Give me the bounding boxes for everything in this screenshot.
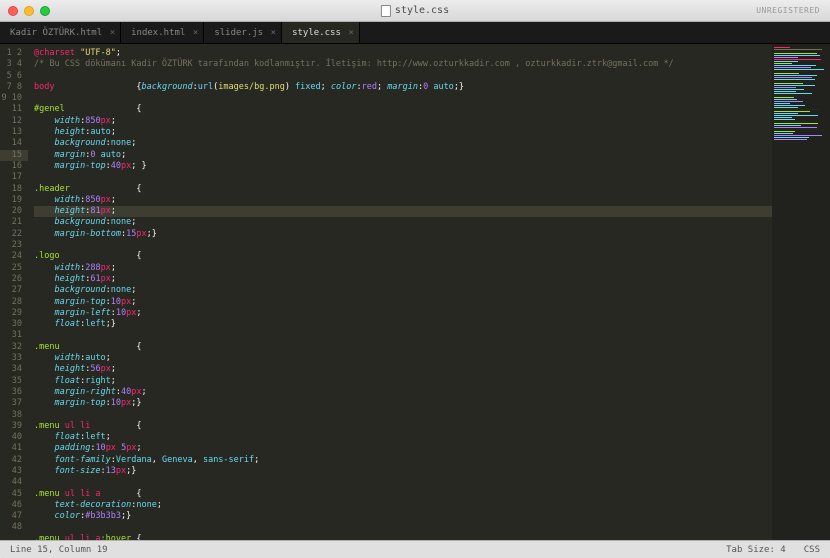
syntax-mode[interactable]: CSS xyxy=(804,545,820,555)
tab-slider-js[interactable]: slider.js × xyxy=(204,22,282,43)
minimap-line xyxy=(774,55,820,56)
tab-index-html[interactable]: index.html × xyxy=(121,22,204,43)
minimap-line xyxy=(774,107,798,108)
minimap-line xyxy=(774,53,817,54)
tab-label: Kadir ÖZTÜRK.html xyxy=(10,28,102,38)
minimap-line xyxy=(774,111,810,112)
minimize-icon[interactable] xyxy=(24,6,34,16)
minimap-line xyxy=(774,87,796,88)
minimap-line xyxy=(774,103,790,104)
minimap-line xyxy=(774,133,793,134)
unregistered-badge: UNREGISTERED xyxy=(756,6,820,15)
tab-label: index.html xyxy=(131,28,185,38)
editor-window: style.css UNREGISTERED Kadir ÖZTÜRK.html… xyxy=(0,0,830,558)
minimap-line xyxy=(774,73,799,74)
minimap-line xyxy=(774,89,804,90)
tab-size[interactable]: Tab Size: 4 xyxy=(726,545,786,555)
minimap-line xyxy=(774,61,798,62)
close-icon[interactable]: × xyxy=(348,28,353,38)
minimap-line xyxy=(774,49,822,50)
minimap-line xyxy=(774,57,798,58)
traffic-lights xyxy=(8,6,50,16)
close-icon[interactable]: × xyxy=(110,28,115,38)
minimap-line xyxy=(774,93,812,94)
minimap-line xyxy=(774,69,824,70)
minimap-line xyxy=(774,129,823,130)
minimap-line xyxy=(774,115,818,116)
code-area[interactable]: @charset "UTF-8"; /* Bu CSS dökümanı Kad… xyxy=(28,44,772,540)
minimap-line xyxy=(774,113,798,114)
status-right: Tab Size: 4 CSS xyxy=(726,545,820,555)
minimap-line xyxy=(774,99,797,100)
window-title: style.css xyxy=(381,5,449,17)
close-icon[interactable]: × xyxy=(271,28,276,38)
minimap-line xyxy=(774,131,795,132)
minimap[interactable] xyxy=(772,44,830,540)
statusbar: Line 15, Column 19 Tab Size: 4 CSS xyxy=(0,540,830,558)
minimap-line xyxy=(774,127,817,128)
tab-label: slider.js xyxy=(214,28,263,38)
minimap-line xyxy=(774,51,799,52)
minimap-line xyxy=(774,67,811,68)
tab-style-css[interactable]: style.css × xyxy=(282,22,360,43)
file-icon xyxy=(381,5,391,17)
tabbar: Kadir ÖZTÜRK.html×index.html×slider.js×s… xyxy=(0,22,830,44)
title-text: style.css xyxy=(395,5,449,16)
cursor-position[interactable]: Line 15, Column 19 xyxy=(10,545,108,555)
tab-kadir-zt-rk-html[interactable]: Kadir ÖZTÜRK.html × xyxy=(0,22,121,43)
minimap-line xyxy=(774,85,815,86)
minimap-line xyxy=(774,109,819,110)
minimap-line xyxy=(774,135,822,136)
close-icon[interactable] xyxy=(8,6,18,16)
minimap-line xyxy=(774,119,795,120)
minimap-line xyxy=(774,79,815,80)
tab-label: style.css xyxy=(292,28,341,38)
minimap-line xyxy=(774,47,790,48)
minimap-line xyxy=(774,95,795,96)
minimap-line xyxy=(774,91,796,92)
minimap-line xyxy=(774,125,801,126)
titlebar[interactable]: style.css UNREGISTERED xyxy=(0,0,830,22)
minimap-line xyxy=(774,97,794,98)
editor-area: 1 2 3 4 5 6 7 8 9 10 11 12 13 14 15 16 1… xyxy=(0,44,830,540)
minimap-line xyxy=(774,71,807,72)
close-icon[interactable]: × xyxy=(193,28,198,38)
minimap-line xyxy=(774,139,807,140)
minimap-line xyxy=(774,75,817,76)
minimap-line xyxy=(774,65,816,66)
minimap-line xyxy=(774,101,803,102)
minimap-line xyxy=(774,59,821,60)
minimap-line xyxy=(774,117,792,118)
minimap-line xyxy=(774,105,805,106)
minimap-line xyxy=(774,83,803,84)
minimap-line xyxy=(774,121,807,122)
minimap-line xyxy=(774,63,792,64)
minimap-line xyxy=(774,137,809,138)
line-gutter[interactable]: 1 2 3 4 5 6 7 8 9 10 11 12 13 14 15 16 1… xyxy=(0,44,28,540)
zoom-icon[interactable] xyxy=(40,6,50,16)
minimap-line xyxy=(774,81,792,82)
minimap-line xyxy=(774,77,812,78)
minimap-line xyxy=(774,123,818,124)
